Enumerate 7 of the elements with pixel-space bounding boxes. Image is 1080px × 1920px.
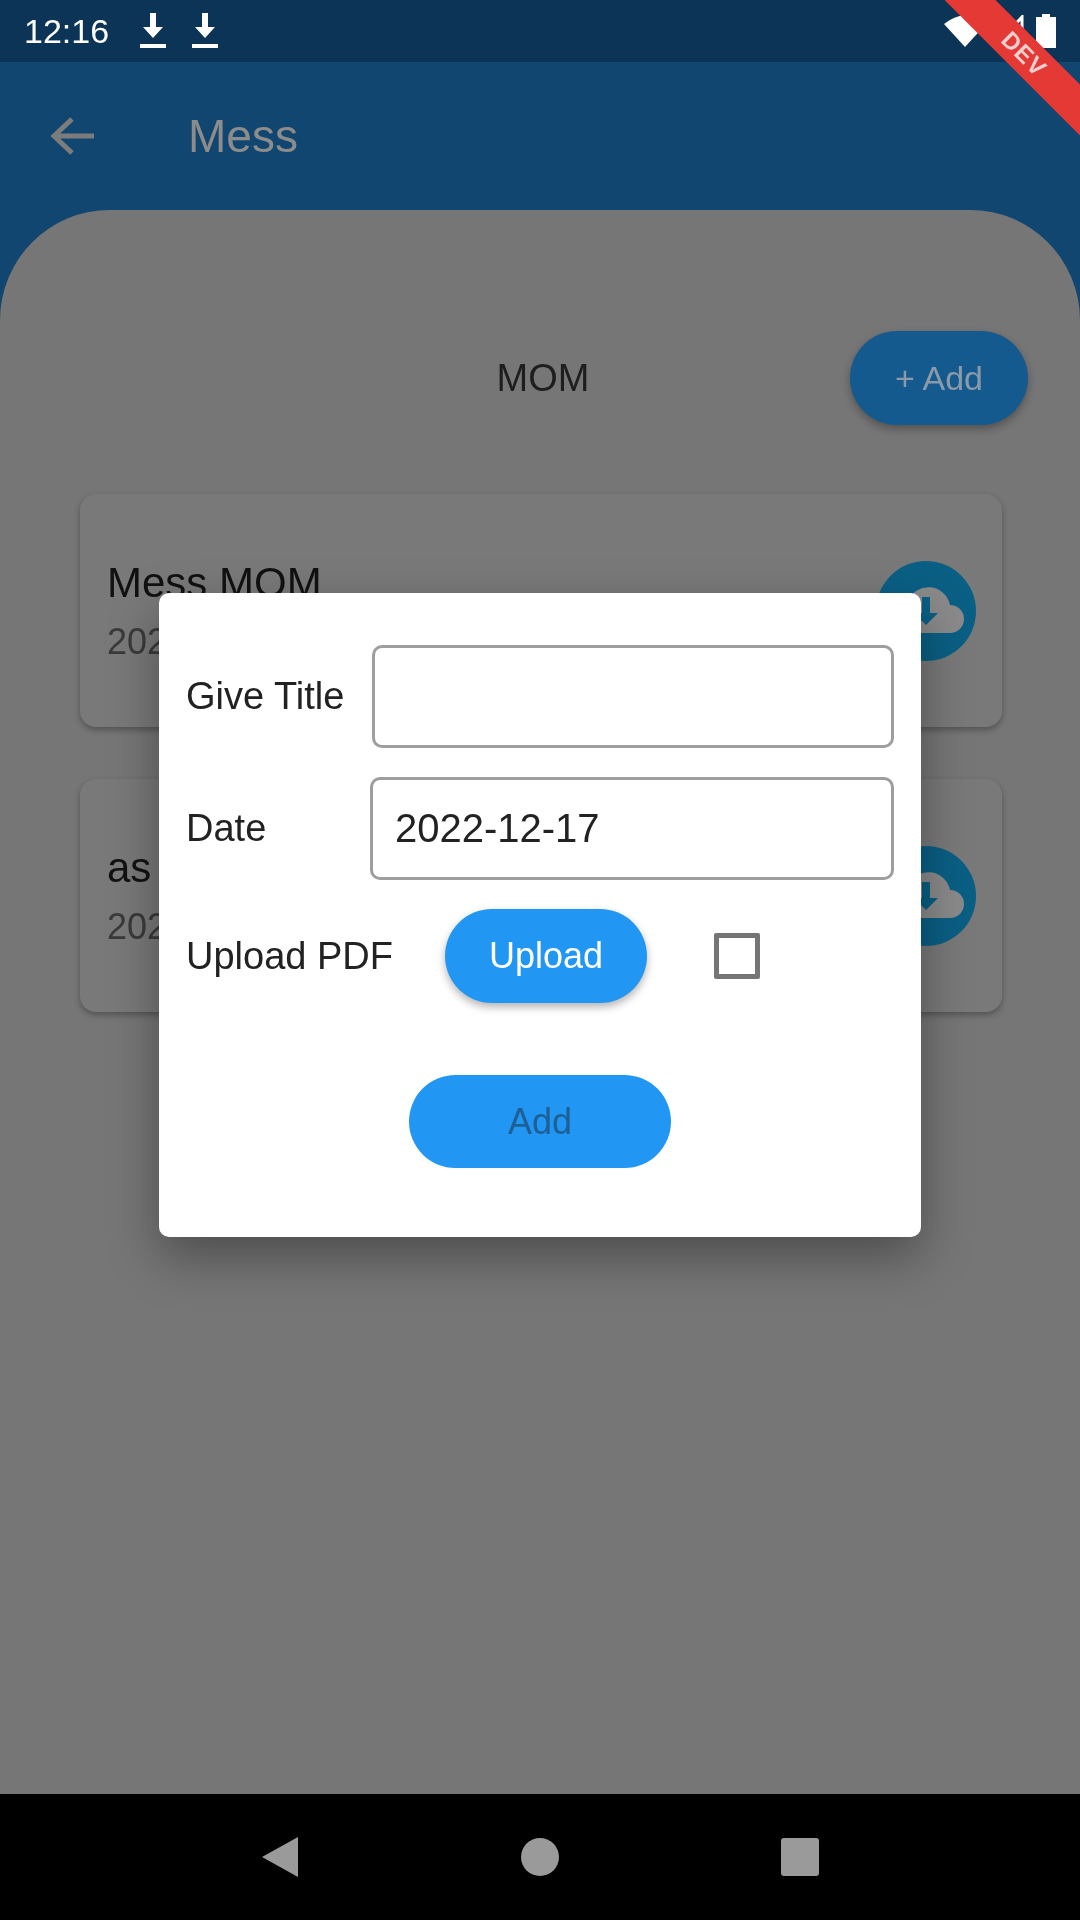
upload-label: Upload PDF <box>186 934 393 978</box>
field-label: Give Title <box>186 675 345 718</box>
card-title: as <box>107 843 153 892</box>
status-time: 12:16 <box>24 11 110 51</box>
section-title: MOM <box>496 356 590 400</box>
screen-title: Mess <box>188 109 298 163</box>
field-label: Date <box>186 807 268 850</box>
